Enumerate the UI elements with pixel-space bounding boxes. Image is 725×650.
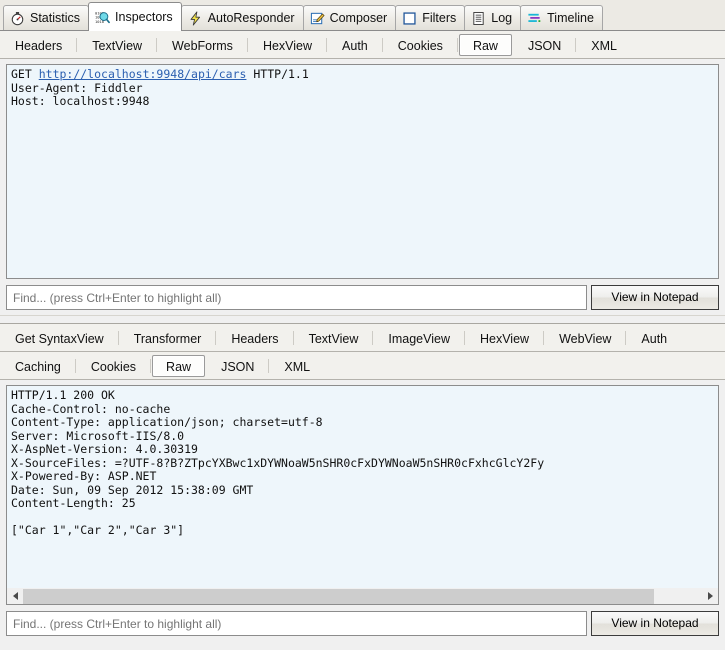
request-tab-headers-label: Headers xyxy=(15,38,63,53)
inspectors-icon: 0101 1010 1010 xyxy=(95,10,110,25)
request-tab-json[interactable]: JSON xyxy=(514,34,577,56)
request-tab-headers[interactable]: Headers xyxy=(1,34,78,56)
chevron-right-icon xyxy=(707,592,713,600)
request-tab-row: Headers TextView WebForms HexView Auth C… xyxy=(0,31,725,59)
main-tab-inspectors[interactable]: 0101 1010 1010 Inspectors xyxy=(88,2,182,31)
request-find-bar: View in Notepad xyxy=(6,285,719,310)
request-tab-webforms-label: WebForms xyxy=(172,38,233,53)
response-tab-raw[interactable]: Raw xyxy=(152,354,206,377)
request-tab-auth[interactable]: Auth xyxy=(328,34,383,56)
filters-square-icon xyxy=(402,11,417,26)
response-tab-cookies[interactable]: Cookies xyxy=(77,355,152,377)
response-tab-caching[interactable]: Caching xyxy=(1,355,76,377)
scroll-right-button[interactable] xyxy=(702,588,718,604)
request-url-link[interactable]: http://localhost:9948/api/cars xyxy=(39,67,247,81)
lightning-bolt-icon xyxy=(188,11,203,26)
response-raw-content: HTTP/1.1 200 OK Cache-Control: no-cache … xyxy=(11,388,545,537)
response-tab-caching-label: Caching xyxy=(15,359,61,374)
request-method: GET xyxy=(11,67,32,81)
request-tab-auth-label: Auth xyxy=(342,38,368,53)
response-tab-json[interactable]: JSON xyxy=(207,355,270,377)
response-tab-imageview[interactable]: ImageView xyxy=(374,327,465,349)
response-tab-raw-label: Raw xyxy=(166,359,192,374)
response-tab-json-label: JSON xyxy=(221,359,255,374)
main-tab-log[interactable]: Log xyxy=(464,5,522,30)
request-view-in-notepad-button[interactable]: View in Notepad xyxy=(591,285,719,310)
main-tab-filters-label: Filters xyxy=(422,10,457,25)
request-tab-hexview-label: HexView xyxy=(262,38,313,53)
main-tab-composer-label: Composer xyxy=(329,10,388,25)
request-tab-hexview[interactable]: HexView xyxy=(249,34,328,56)
response-horizontal-scrollbar[interactable] xyxy=(6,588,719,605)
request-tab-textview-label: TextView xyxy=(92,38,143,53)
response-find-input[interactable] xyxy=(6,611,587,636)
request-header-host: Host: localhost:9948 xyxy=(11,94,150,108)
response-tab-auth[interactable]: Auth xyxy=(627,327,681,349)
stopwatch-icon xyxy=(10,11,25,26)
response-tab-row-1: Get SyntaxView Transformer Headers TextV… xyxy=(0,324,725,352)
request-raw-content: GET http://localhost:9948/api/cars HTTP/… xyxy=(7,65,718,278)
response-tab-headers[interactable]: Headers xyxy=(217,327,294,349)
log-list-icon xyxy=(471,11,486,26)
scroll-left-button[interactable] xyxy=(7,588,23,604)
response-inspector-panel: Get SyntaxView Transformer Headers TextV… xyxy=(0,324,725,641)
response-tab-transformer[interactable]: Transformer xyxy=(120,327,216,349)
response-tab-row-2: Caching Cookies Raw JSON XML xyxy=(0,352,725,380)
response-find-bar: View in Notepad xyxy=(6,611,719,636)
response-view-in-notepad-button[interactable]: View in Notepad xyxy=(591,611,719,636)
response-tab-headers-label: Headers xyxy=(231,331,279,346)
response-tab-textview-label: TextView xyxy=(308,331,359,346)
main-tab-timeline[interactable]: Timeline xyxy=(520,5,603,30)
response-tab-hexview-label: HexView xyxy=(479,331,530,346)
request-tab-webforms[interactable]: WebForms xyxy=(158,34,248,56)
timeline-bars-icon xyxy=(527,11,542,26)
request-tab-xml-label: XML xyxy=(591,38,617,53)
request-find-input[interactable] xyxy=(6,285,587,310)
main-tab-filters[interactable]: Filters xyxy=(395,5,466,30)
response-tab-get-syntaxview[interactable]: Get SyntaxView xyxy=(1,327,119,349)
request-tab-cookies-label: Cookies xyxy=(397,38,443,53)
response-tab-auth-label: Auth xyxy=(641,331,668,346)
scrollbar-thumb[interactable] xyxy=(23,588,655,604)
main-tab-statistics-label: Statistics xyxy=(30,10,81,25)
request-tab-textview[interactable]: TextView xyxy=(78,34,157,56)
request-tab-xml[interactable]: XML xyxy=(577,34,631,56)
compose-pencil-icon xyxy=(310,11,325,26)
main-tab-statistics[interactable]: Statistics xyxy=(3,5,90,30)
main-tab-autoresponder-label: AutoResponder xyxy=(207,10,295,25)
request-raw-textarea[interactable]: GET http://localhost:9948/api/cars HTTP/… xyxy=(6,64,719,279)
response-tab-webview-label: WebView xyxy=(559,331,612,346)
main-tab-timeline-label: Timeline xyxy=(547,10,594,25)
response-tab-get-syntaxview-label: Get SyntaxView xyxy=(15,331,104,346)
chevron-left-icon xyxy=(12,592,18,600)
response-raw-textarea[interactable]: HTTP/1.1 200 OK Cache-Control: no-cache … xyxy=(6,385,719,588)
response-tab-transformer-label: Transformer xyxy=(133,331,202,346)
fiddler-inspectors-window: Statistics 0101 1010 1010 Inspectors Aut… xyxy=(0,0,725,650)
panel-splitter[interactable] xyxy=(0,315,725,324)
main-tab-strip: Statistics 0101 1010 1010 Inspectors Aut… xyxy=(0,0,725,31)
response-tab-imageview-label: ImageView xyxy=(388,331,450,346)
response-tab-hexview[interactable]: HexView xyxy=(466,327,545,349)
response-tab-textview[interactable]: TextView xyxy=(295,327,374,349)
main-tab-inspectors-label: Inspectors xyxy=(115,9,173,24)
response-tab-cookies-label: Cookies xyxy=(90,359,137,374)
scrollbar-track[interactable] xyxy=(23,588,702,604)
main-tab-composer[interactable]: Composer xyxy=(302,5,397,30)
request-tab-cookies[interactable]: Cookies xyxy=(384,34,459,56)
request-header-user-agent: User-Agent: Fiddler xyxy=(11,80,143,95)
request-inspector-panel: Headers TextView WebForms HexView Auth C… xyxy=(0,31,725,315)
request-http-version: HTTP/1.1 xyxy=(253,67,309,81)
response-tab-webview[interactable]: WebView xyxy=(545,327,627,349)
main-tab-log-label: Log xyxy=(491,10,513,25)
request-tab-raw[interactable]: Raw xyxy=(458,33,512,56)
response-tab-xml[interactable]: XML xyxy=(270,355,324,377)
main-tab-autoresponder[interactable]: AutoResponder xyxy=(180,5,304,30)
response-tab-xml-label: XML xyxy=(284,359,311,374)
request-tab-json-label: JSON xyxy=(527,38,562,53)
request-tab-raw-label: Raw xyxy=(472,38,498,53)
